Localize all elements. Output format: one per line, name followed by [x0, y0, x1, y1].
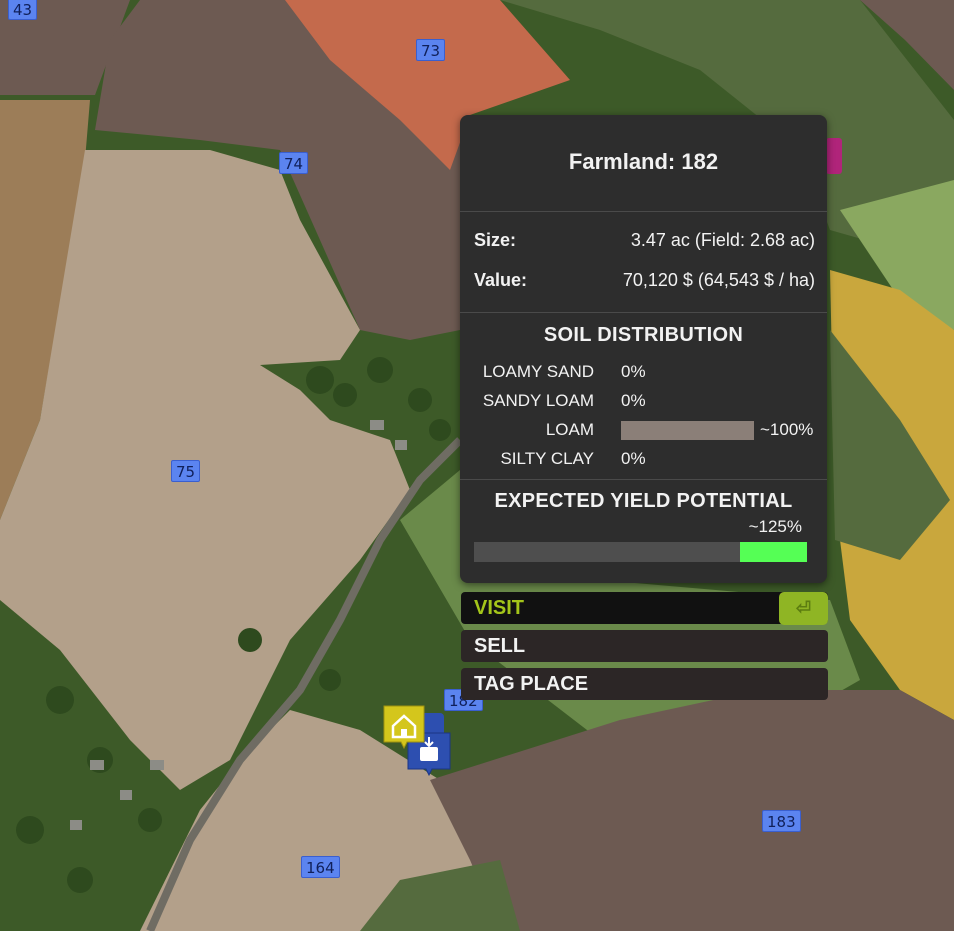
divider — [460, 211, 827, 212]
soil-name-silty-clay: SILTY CLAY — [500, 449, 594, 468]
divider — [460, 312, 827, 313]
panel-title: Farmland: 182 — [568, 149, 719, 174]
yield-potential-fill — [740, 542, 807, 562]
soil-pct-loam: ~100% — [760, 420, 814, 439]
value-label: Value: — [474, 270, 528, 290]
soil-bar-loam — [621, 421, 754, 440]
map-marker — [826, 138, 842, 174]
size-label: Size: — [474, 230, 517, 250]
soil-pct-loamy-sand: 0% — [621, 362, 646, 381]
field-label-43[interactable]: 43 — [8, 0, 38, 20]
soil-name-sandy-loam: SANDY LOAM — [482, 391, 594, 410]
value-value: 70,120 $ (64,543 $ / ha) — [622, 270, 815, 290]
field-label-74[interactable]: 74 — [279, 152, 309, 174]
tag-place-label: TAG PLACE — [474, 673, 589, 695]
sell-label: SELL — [474, 635, 526, 657]
soil-name-loamy-sand: LOAMY SAND — [482, 362, 594, 381]
soil-pct-sandy-loam: 0% — [621, 391, 646, 410]
farmland-info-panel: Farmland: 182 Size: 3.47 ac (Field: 2.68… — [460, 115, 827, 583]
visit-label: VISIT — [474, 597, 525, 619]
size-value: 3.47 ac (Field: 2.68 ac) — [630, 230, 815, 250]
tag-place-button[interactable]: TAG PLACE — [461, 668, 828, 700]
field-label-73[interactable]: 73 — [416, 39, 446, 61]
field-label-164[interactable]: 164 — [301, 856, 340, 878]
soil-distribution-title: SOIL DISTRIBUTION — [543, 324, 744, 346]
sell-button[interactable]: SELL — [461, 630, 828, 662]
visit-button[interactable]: VISIT ⏎ — [461, 592, 828, 625]
enter-key-icon[interactable]: ⏎ — [779, 592, 828, 625]
field-label-75[interactable]: 75 — [171, 460, 201, 482]
divider — [460, 479, 827, 480]
field-label-183[interactable]: 183 — [762, 810, 801, 832]
yield-potential-bar — [474, 542, 807, 562]
yield-potential-value: ~125% — [748, 517, 802, 536]
soil-name-loam: LOAM — [545, 420, 594, 439]
home-icon[interactable] — [382, 704, 426, 755]
soil-pct-silty-clay: 0% — [621, 449, 646, 468]
yield-potential-title: EXPECTED YIELD POTENTIAL — [494, 490, 793, 512]
